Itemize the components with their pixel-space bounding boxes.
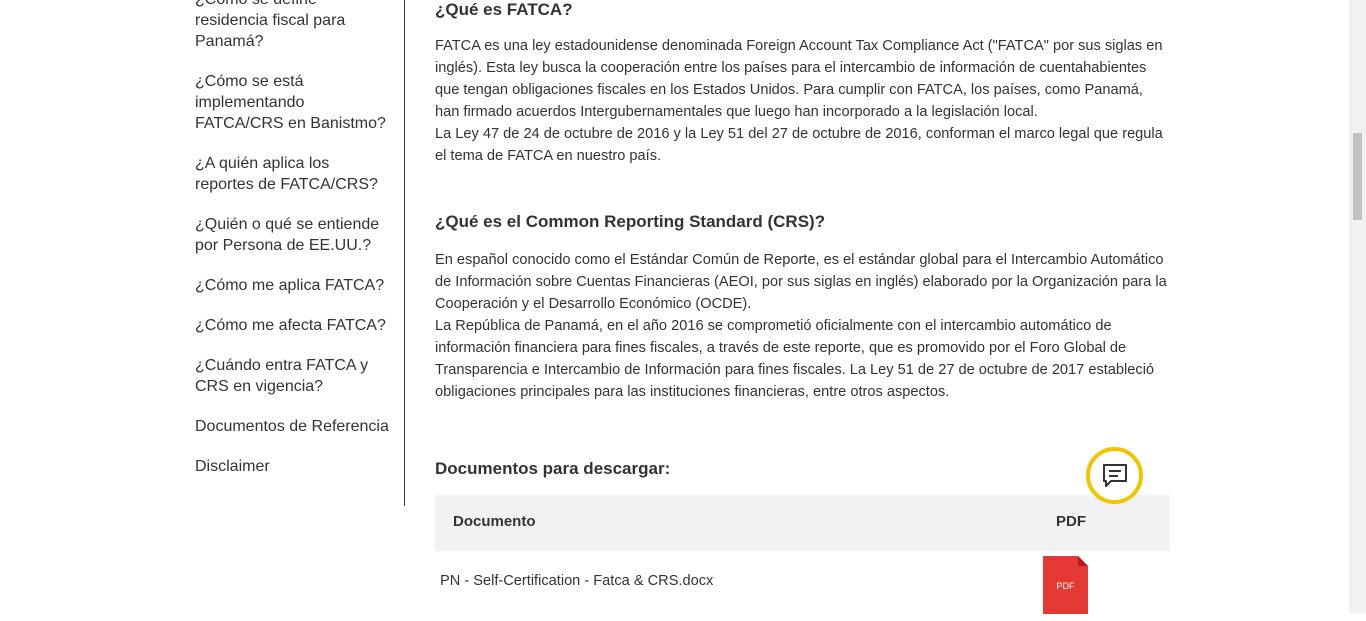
column-header-documento: Documento xyxy=(453,513,536,530)
documents-heading: Documentos para descargar: xyxy=(435,459,671,478)
sidebar-item-como-afecta[interactable]: ¿Cómo me afecta FATCA? xyxy=(195,315,390,336)
sidebar-item-vigencia[interactable]: ¿Cuándo entra FATCA y CRS en vigencia? xyxy=(195,355,390,397)
document-name: PN - Self-Certification - Fatca & CRS.do… xyxy=(440,573,714,589)
sidebar-item-documentos[interactable]: Documentos de Referencia xyxy=(195,416,390,437)
sidebar-item-a-quien-aplica[interactable]: ¿A quién aplica los reportes de FATCA/CR… xyxy=(195,153,390,195)
sidebar-item-residencia-fiscal[interactable]: ¿Cómo se define residencia fiscal para P… xyxy=(195,0,390,52)
sidebar-item-persona-eeuu[interactable]: ¿Quién o qué se entiende por Persona de … xyxy=(195,214,390,256)
documents-table: Documento PDF PN - Self-Certification - … xyxy=(435,495,1170,621)
chat-button[interactable] xyxy=(1086,447,1143,504)
crs-description: En español conocido como el Estándar Com… xyxy=(435,249,1170,403)
scrollbar-thumb[interactable] xyxy=(1353,133,1362,220)
fatca-description: FATCA es una ley estadounidense denomina… xyxy=(435,35,1170,167)
chat-icon xyxy=(1102,463,1127,487)
sidebar-divider xyxy=(404,0,405,506)
crs-paragraph-2: La República de Panamá, en el año 2016 s… xyxy=(435,318,1155,400)
sidebar-nav: ¿Cómo se define residencia fiscal para P… xyxy=(195,0,390,496)
fatca-heading: ¿Qué es FATCA? xyxy=(435,0,573,19)
column-header-pdf: PDF xyxy=(1056,513,1086,530)
table-header: Documento PDF xyxy=(435,495,1170,551)
sidebar-item-implementacion[interactable]: ¿Cómo se está implementando FATCA/CRS en… xyxy=(195,71,390,134)
pdf-icon-label: PDF xyxy=(1057,581,1076,591)
sidebar-item-como-aplica[interactable]: ¿Cómo me aplica FATCA? xyxy=(195,275,390,296)
table-row: PN - Self-Certification - Fatca & CRS.do… xyxy=(435,551,1170,621)
sidebar-item-disclaimer[interactable]: Disclaimer xyxy=(195,456,390,477)
fatca-paragraph-2: La Ley 47 de 24 de octubre de 2016 y la … xyxy=(435,126,1163,164)
fatca-paragraph-1: FATCA es una ley estadounidense denomina… xyxy=(435,38,1163,120)
crs-paragraph-1: En español conocido como el Estándar Com… xyxy=(435,252,1167,312)
crs-heading: ¿Qué es el Common Reporting Standard (CR… xyxy=(435,212,826,231)
pdf-download-icon[interactable]: PDF xyxy=(1043,556,1088,614)
vertical-scrollbar[interactable] xyxy=(1349,0,1366,613)
